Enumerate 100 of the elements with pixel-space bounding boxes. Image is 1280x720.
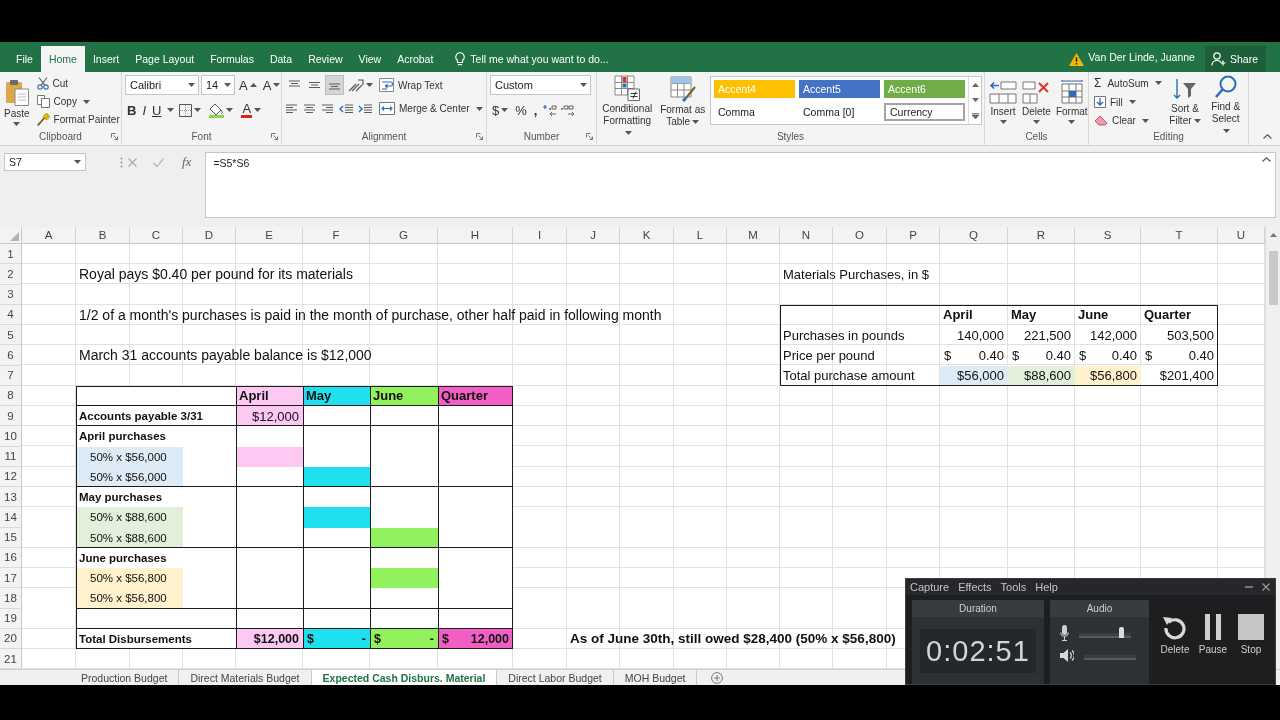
- find-select-button[interactable]: Find & Select: [1206, 75, 1245, 129]
- cell-style-option[interactable]: Currency: [884, 103, 965, 121]
- delete-cells-button[interactable]: Delete: [1021, 75, 1052, 129]
- row-header[interactable]: 5: [0, 325, 22, 346]
- cut-button[interactable]: Cut: [34, 75, 122, 92]
- column-header[interactable]: S: [1075, 227, 1141, 244]
- insert-cells-button[interactable]: Insert: [988, 75, 1018, 129]
- row-header[interactable]: 16: [0, 547, 22, 568]
- bar-caret-icon[interactable]: [971, 112, 979, 119]
- shrink-font-button[interactable]: A: [260, 75, 283, 95]
- tell-me-field[interactable]: Tell me what you want to do...: [470, 51, 617, 67]
- ribbon-tab[interactable]: Data: [261, 46, 301, 72]
- dialog-launcher-icon[interactable]: [271, 133, 278, 140]
- sheet-tab[interactable]: Expected Cash Disburs. Material: [311, 670, 498, 686]
- slider-thumb[interactable]: [1118, 626, 1124, 638]
- pause-button[interactable]: Pause: [1195, 614, 1231, 655]
- align-right-icon[interactable]: [321, 103, 334, 114]
- fill-button[interactable]: Fill: [1092, 93, 1164, 111]
- account-name[interactable]: Van Der Linde, Juanne: [1088, 44, 1195, 70]
- scroll-up-icon[interactable]: [1269, 233, 1277, 237]
- plus-circle-icon[interactable]: [711, 671, 724, 684]
- close-icon[interactable]: [1262, 583, 1270, 591]
- column-header[interactable]: R: [1008, 227, 1075, 244]
- column-header[interactable]: O: [833, 227, 887, 244]
- ribbon-tab[interactable]: File: [8, 46, 41, 72]
- column-header[interactable]: E: [236, 227, 303, 244]
- left-chevron-lines-icon[interactable]: [339, 103, 353, 114]
- percent-button[interactable]: %: [513, 100, 529, 120]
- merge-center-button[interactable]: Merge & Center: [377, 100, 485, 117]
- menu-item[interactable]: Tools: [1000, 581, 1027, 593]
- scroll-down-icon[interactable]: [971, 97, 979, 102]
- column-header[interactable]: G: [370, 227, 438, 244]
- column-header[interactable]: U: [1218, 227, 1265, 244]
- column-header[interactable]: M: [727, 227, 780, 244]
- sort-filter-button[interactable]: Sort & Filter: [1165, 75, 1205, 129]
- column-header[interactable]: B: [76, 227, 130, 244]
- column-header[interactable]: A: [22, 227, 76, 244]
- column-header[interactable]: L: [674, 227, 727, 244]
- column-header[interactable]: Q: [940, 227, 1008, 244]
- chevron-up-icon[interactable]: [1262, 157, 1271, 162]
- clear-button[interactable]: Clear: [1092, 112, 1164, 129]
- paste-button[interactable]: Paste: [3, 75, 31, 129]
- format-painter-button[interactable]: Format Painter: [34, 111, 122, 128]
- share-button[interactable]: Share: [1204, 46, 1266, 72]
- underline-button[interactable]: U: [150, 100, 164, 120]
- row-header[interactable]: 21: [0, 649, 22, 670]
- comma-style-button[interactable]: ,: [531, 100, 540, 120]
- formula-field[interactable]: =S5*S6: [205, 152, 1276, 218]
- delete-button[interactable]: Delete: [1157, 614, 1193, 655]
- font-name-dropdown[interactable]: Calibri: [125, 75, 199, 95]
- row-header[interactable]: 1: [0, 244, 22, 265]
- font-color-button[interactable]: A: [238, 100, 265, 120]
- chevron-up-icon[interactable]: [1263, 134, 1272, 139]
- dots-left-arrow-icon[interactable]: [542, 104, 558, 116]
- autosum-button[interactable]: Σ AutoSum: [1092, 75, 1164, 92]
- row-header[interactable]: 4: [0, 304, 22, 325]
- ribbon-tab[interactable]: Formulas: [202, 46, 262, 72]
- row-header[interactable]: 15: [0, 527, 22, 548]
- right-chevron-lines-icon[interactable]: [358, 103, 372, 114]
- ribbon-tab[interactable]: View: [350, 46, 390, 72]
- format-as-table-button[interactable]: Format as Table: [658, 75, 707, 129]
- row-header[interactable]: 6: [0, 345, 22, 366]
- column-header[interactable]: T: [1141, 227, 1218, 244]
- check-icon[interactable]: [153, 157, 164, 167]
- row-header[interactable]: 10: [0, 426, 22, 447]
- row-header[interactable]: 12: [0, 466, 22, 487]
- bold-button[interactable]: B: [125, 100, 139, 120]
- align-center-icon[interactable]: [303, 103, 316, 114]
- scrollbar-thumb[interactable]: [1268, 251, 1278, 305]
- row-header[interactable]: 8: [0, 385, 22, 406]
- microphone-slider-track[interactable]: [1079, 628, 1131, 638]
- menu-item[interactable]: Help: [1035, 581, 1058, 593]
- row-header[interactable]: 19: [0, 608, 22, 629]
- ribbon-tab[interactable]: Home: [40, 46, 85, 72]
- number-format-dropdown[interactable]: Custom: [490, 75, 591, 95]
- wrap-text-button[interactable]: Wrap Text: [377, 76, 445, 94]
- font-size-dropdown[interactable]: 14: [201, 75, 235, 95]
- dialog-launcher-icon[interactable]: [476, 133, 483, 140]
- row-header[interactable]: 7: [0, 365, 22, 386]
- row-header[interactable]: 3: [0, 284, 22, 305]
- insert-function-button[interactable]: fx: [182, 154, 192, 170]
- currency-button[interactable]: $: [490, 100, 511, 120]
- column-header[interactable]: D: [183, 227, 236, 244]
- ribbon-tab[interactable]: Review: [300, 46, 351, 72]
- column-header[interactable]: C: [130, 227, 183, 244]
- grow-font-button[interactable]: A: [237, 75, 259, 95]
- column-header[interactable]: P: [887, 227, 940, 244]
- row-header[interactable]: 13: [0, 487, 22, 508]
- menu-item[interactable]: Effects: [958, 581, 992, 593]
- format-cells-button[interactable]: Format: [1054, 75, 1089, 129]
- ribbon-tab[interactable]: Insert: [84, 46, 128, 72]
- column-header[interactable]: F: [303, 227, 370, 244]
- menu-item[interactable]: Capture: [910, 581, 950, 593]
- align-left-icon[interactable]: [285, 103, 298, 114]
- name-box[interactable]: S7: [4, 153, 86, 171]
- dialog-launcher-icon[interactable]: [111, 133, 118, 140]
- dots-right-arrow-icon[interactable]: [560, 104, 576, 116]
- column-header[interactable]: J: [567, 227, 620, 244]
- ribbon-tab[interactable]: Acrobat: [389, 46, 442, 72]
- row-header[interactable]: 20: [0, 628, 22, 649]
